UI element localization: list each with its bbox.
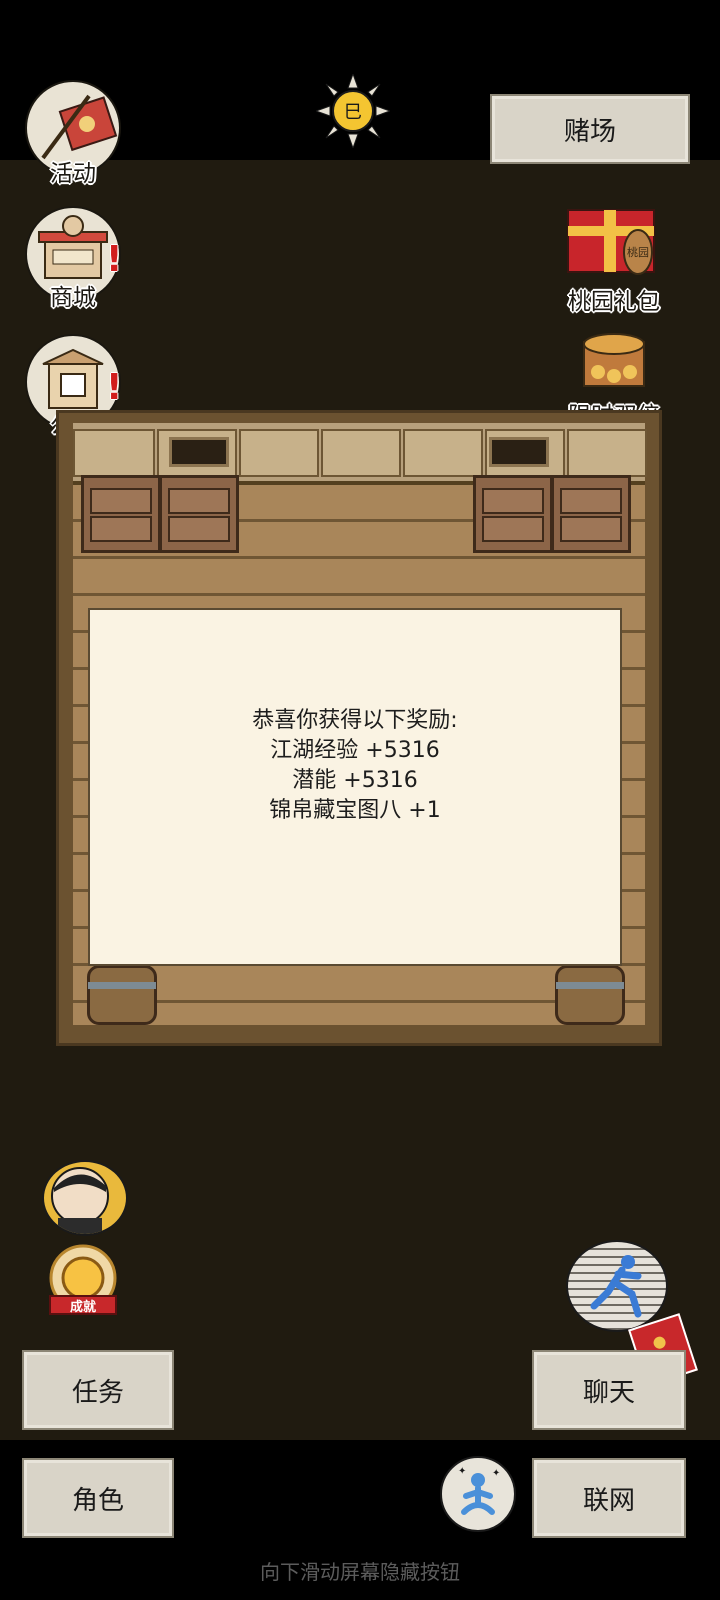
drawer-cabinet [473,475,553,553]
achievement-label: 成就 [69,1300,96,1315]
shop-label: 商城 [50,285,96,311]
sun-icon[interactable]: 巳 [314,72,392,150]
notice-alert-icon: ! [106,367,123,408]
gift-pack-label: 桃园礼包 [568,289,660,315]
svg-text:✦: ✦ [492,1468,500,1479]
reward-potential: 潜能 +5316 [292,768,418,793]
swipe-hint: 向下滑动屏幕隐藏按钮 [260,1560,460,1584]
meditate-button[interactable]: ✦ ✦ [440,1456,516,1532]
role-button[interactable]: 角色 [22,1458,174,1538]
reward-item: 锦帛藏宝图八 +1 [269,798,441,823]
shop-button[interactable]: ! 商城 [18,206,128,316]
run-button[interactable] [566,1240,668,1332]
shop-alert-icon: ! [106,239,123,280]
casino-button[interactable]: 赌场 [490,94,690,164]
meditate-icon: ✦ ✦ [458,1466,500,1515]
casino-label: 赌场 [563,116,616,147]
gift-icon: 桃园 [567,209,655,275]
achievement-button[interactable]: 成就 [40,1240,126,1322]
reward-exp: 江湖经验 +5316 [270,738,440,763]
drawer-cabinet [81,475,161,553]
task-label: 任务 [71,1377,124,1408]
network-button[interactable]: 联网 [532,1458,686,1538]
gift-pack-button[interactable]: 桃园 桃园礼包 [554,192,674,315]
double-reward-button[interactable]: 限时双倍 [554,322,674,429]
network-label: 联网 [582,1485,635,1516]
chat-label: 聊天 [582,1377,635,1408]
drawer-cabinet [551,475,631,553]
wall-vent [489,437,549,467]
svg-text:巳: 巳 [344,102,362,123]
task-button[interactable]: 任务 [22,1350,174,1430]
reward-dialog[interactable]: 恭喜你获得以下奖励: 江湖经验 +5316 潜能 +5316 锦帛藏宝图八 +1 [88,608,622,966]
svg-text:✦: ✦ [458,1466,466,1477]
barrel [87,965,157,1025]
activity-button[interactable]: 活动 [18,80,128,190]
role-label: 角色 [71,1485,124,1516]
sun-graphic: 巳 [314,72,392,150]
chat-button[interactable]: 聊天 [532,1350,686,1430]
barrel [555,965,625,1025]
activity-label: 活动 [50,161,96,187]
avatar[interactable] [42,1160,128,1236]
drawer-cabinet [159,475,239,553]
treasure-icon [583,333,645,387]
runner-icon [590,1255,642,1318]
gift-tag-text: 桃园 [627,245,649,259]
wall-vent [169,437,229,467]
avatar-face-icon [51,1167,109,1234]
reward-title: 恭喜你获得以下奖励: [252,708,458,733]
